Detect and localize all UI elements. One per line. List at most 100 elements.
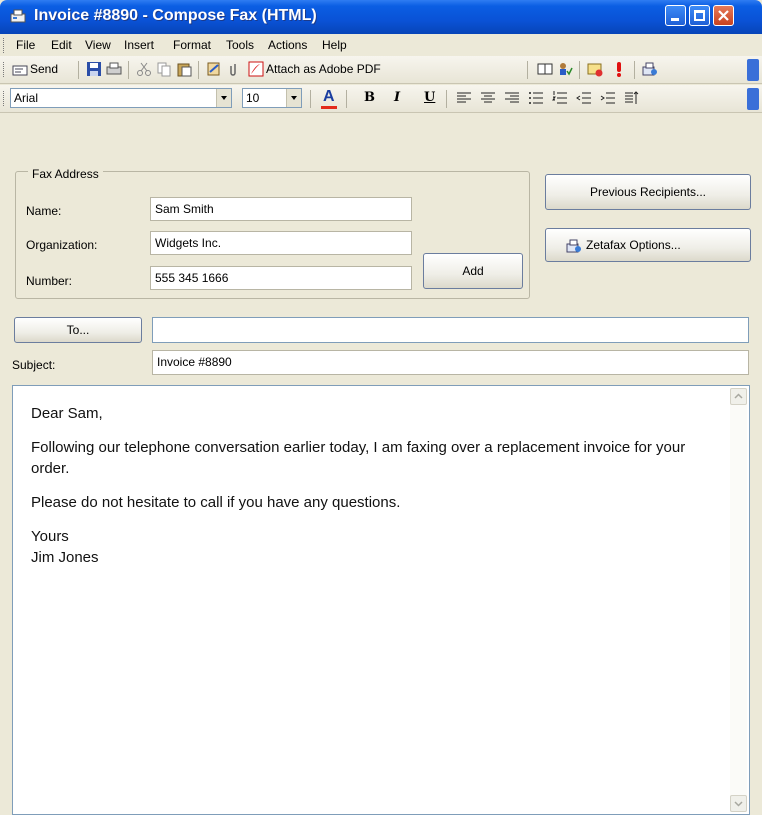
minimize-icon — [671, 18, 679, 21]
align-right-icon[interactable] — [504, 90, 520, 106]
organization-label: Organization: — [26, 238, 98, 252]
message-text: Dear Sam, Following our telephone conver… — [31, 403, 721, 568]
message-greeting: Dear Sam, — [31, 405, 103, 422]
font-name-combo[interactable]: Arial — [10, 88, 232, 108]
zetafax-icon — [566, 239, 581, 253]
title-bar: Invoice #8890 - Compose Fax (HTML) — [0, 0, 762, 34]
bold-button[interactable]: B — [364, 90, 375, 105]
flag-message-icon[interactable] — [587, 61, 603, 77]
zetafax-icon[interactable] — [642, 61, 658, 77]
increase-indent-icon[interactable] — [600, 90, 616, 106]
toolbar-separator — [198, 61, 199, 79]
close-icon — [718, 10, 729, 21]
menu-view[interactable]: View — [85, 38, 111, 52]
name-label: Name: — [26, 204, 62, 218]
organization-field[interactable]: Widgets Inc. — [150, 231, 412, 255]
to-field[interactable] — [152, 317, 749, 343]
toolbar-separator — [634, 61, 635, 79]
number-field[interactable]: 555 345 1666 — [150, 266, 412, 290]
vertical-scrollbar[interactable] — [730, 388, 747, 812]
styles-icon[interactable] — [624, 90, 640, 106]
copy-icon[interactable] — [156, 61, 172, 77]
toolbar-separator — [527, 61, 528, 79]
menubar-grip[interactable] — [3, 38, 7, 53]
number-label: Number: — [26, 274, 73, 288]
toolbar-separator — [446, 90, 447, 108]
chevron-down-icon — [734, 801, 743, 807]
toolbar-overflow-chevron[interactable] — [747, 88, 759, 110]
toolbar-grip[interactable] — [3, 91, 7, 106]
print-icon[interactable] — [106, 61, 122, 77]
send-label: Send — [30, 62, 59, 76]
font-name-value: Arial — [14, 91, 39, 105]
message-signature: Jim Jones — [31, 549, 99, 566]
chevron-down-icon[interactable] — [216, 89, 231, 107]
bullets-icon[interactable] — [528, 90, 544, 106]
save-icon[interactable] — [86, 61, 102, 77]
maximize-button[interactable] — [689, 5, 710, 26]
check-names-icon[interactable] — [557, 61, 573, 77]
close-button[interactable] — [713, 5, 734, 26]
maximize-icon — [694, 10, 705, 21]
zetafax-options-label: Zetafax Options... — [586, 238, 681, 252]
menu-edit[interactable]: Edit — [51, 38, 72, 52]
name-field[interactable]: Sam Smith — [150, 197, 412, 221]
subject-label: Subject: — [12, 358, 56, 372]
attach-pdf-button[interactable]: Attach as Adobe PDF — [244, 58, 420, 82]
menu-actions[interactable]: Actions — [268, 38, 307, 52]
book-icon[interactable] — [537, 61, 553, 77]
toolbar-separator — [579, 61, 580, 79]
minimize-button[interactable] — [665, 5, 686, 26]
window-title: Invoice #8890 - Compose Fax (HTML) — [34, 7, 317, 24]
toolbar-overflow-chevron[interactable] — [747, 59, 759, 81]
message-paragraph: Please do not hesitate to call if you ha… — [31, 494, 401, 511]
font-color-button[interactable]: A — [318, 88, 340, 110]
scroll-down-button[interactable] — [730, 795, 747, 812]
fax-app-icon — [10, 9, 26, 23]
fax-address-legend: Fax Address — [28, 167, 103, 181]
menu-insert[interactable]: Insert — [124, 38, 154, 52]
previous-recipients-button[interactable]: Previous Recipients... — [545, 174, 751, 210]
scroll-up-button[interactable] — [730, 388, 747, 405]
standard-toolbar: Send Attach as Adobe PDF — [0, 56, 762, 84]
menu-tools[interactable]: Tools — [226, 38, 254, 52]
toolbar-separator — [128, 61, 129, 79]
toolbar-separator — [346, 90, 347, 108]
paste-icon[interactable] — [176, 61, 192, 77]
toolbar-separator — [78, 61, 79, 79]
chevron-down-icon[interactable] — [286, 89, 301, 107]
italic-button[interactable]: I — [394, 90, 400, 105]
numbering-icon[interactable] — [552, 90, 568, 106]
menu-help[interactable]: Help — [322, 38, 347, 52]
font-size-value: 10 — [246, 91, 260, 105]
to-button[interactable]: To... — [14, 317, 142, 343]
menu-bar: File Edit View Insert Format Tools Actio… — [0, 34, 762, 56]
formatting-toolbar: Arial 10 A B I U — [0, 85, 762, 113]
decrease-indent-icon[interactable] — [576, 90, 592, 106]
compose-area: Fax Address Name: Sam Smith Organization… — [0, 145, 762, 815]
align-left-icon[interactable] — [456, 90, 472, 106]
message-closing: Yours — [31, 528, 69, 545]
adobe-pdf-icon — [248, 61, 264, 77]
attach-pdf-label: Attach as Adobe PDF — [266, 62, 381, 76]
send-button[interactable]: Send — [10, 58, 76, 82]
add-button[interactable]: Add — [423, 253, 523, 289]
chevron-up-icon — [734, 393, 743, 399]
toolbar-separator — [310, 90, 311, 108]
menu-format[interactable]: Format — [173, 38, 211, 52]
cut-icon[interactable] — [136, 61, 152, 77]
to-button-label: To... — [66, 323, 90, 337]
zetafax-options-button[interactable]: Zetafax Options... — [545, 228, 751, 262]
importance-high-icon[interactable] — [615, 61, 623, 77]
add-button-label: Add — [462, 264, 484, 278]
align-center-icon[interactable] — [480, 90, 496, 106]
toolbar-grip[interactable] — [3, 62, 7, 77]
menu-file[interactable]: File — [16, 38, 35, 52]
address-book-icon[interactable] — [206, 61, 222, 77]
attach-icon[interactable] — [226, 61, 242, 77]
underline-button[interactable]: U — [424, 90, 435, 105]
subject-field[interactable]: Invoice #8890 — [152, 350, 749, 375]
message-body[interactable]: Dear Sam, Following our telephone conver… — [12, 385, 750, 815]
message-paragraph: Following our telephone conversation ear… — [31, 439, 686, 477]
font-size-combo[interactable]: 10 — [242, 88, 302, 108]
